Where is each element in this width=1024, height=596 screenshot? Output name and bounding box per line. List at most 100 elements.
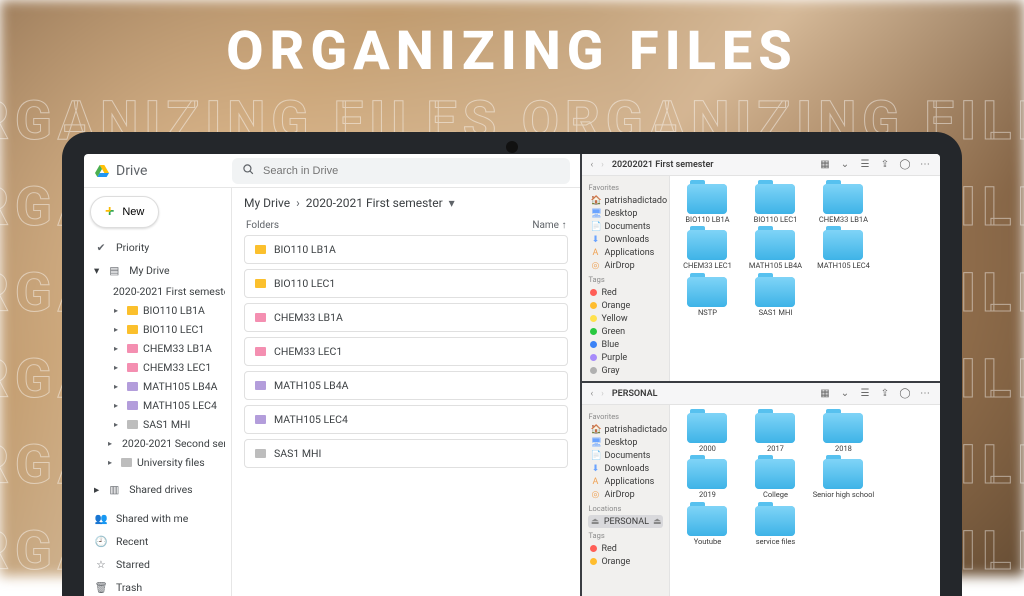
grid-folder[interactable]: Senior high school: [810, 459, 876, 499]
folder-icon: [255, 449, 266, 458]
grid-folder[interactable]: CHEM33 LB1A: [810, 184, 876, 224]
tree-item[interactable]: ▸ University files: [94, 453, 225, 472]
grid-folder[interactable]: CHEM33 LEC1: [674, 230, 740, 270]
sidebar-favorite[interactable]: 🏠 patrishadictado: [588, 194, 663, 207]
col-name[interactable]: Name ↑: [532, 220, 566, 231]
grid-folder[interactable]: BIO110 LB1A: [674, 184, 740, 224]
grid-folder[interactable]: SAS1 MHI: [742, 277, 808, 317]
view-grid-icon[interactable]: ▦: [818, 158, 832, 172]
sidebar-item-label: Gray: [601, 366, 619, 376]
nav-back-icon[interactable]: ‹: [590, 389, 593, 399]
chevron-down-icon[interactable]: ⌄: [838, 158, 852, 172]
folder-list: BIO110 LB1A BIO110 LEC1 CHEM33 LB1A CHEM…: [244, 235, 568, 468]
sidebar-favorite[interactable]: 🏠 patrishadictado: [588, 423, 663, 436]
tag-icon[interactable]: ◯: [898, 387, 912, 401]
grid-folder[interactable]: College: [742, 459, 808, 499]
sidebar-tag[interactable]: Orange: [588, 555, 663, 568]
folder-row[interactable]: BIO110 LEC1: [244, 269, 568, 298]
grid-folder[interactable]: 2018: [810, 413, 876, 453]
folder-icon: [255, 245, 266, 254]
sidebar-favorite[interactable]: ◎ AirDrop: [588, 259, 663, 272]
sidebar-tag[interactable]: Blue: [588, 338, 663, 351]
grid-folder[interactable]: 2019: [674, 459, 740, 499]
sidebar-favorite[interactable]: 📄 Documents: [588, 449, 663, 462]
nav-back-icon[interactable]: ‹: [590, 160, 593, 170]
new-button-label: New: [122, 206, 144, 218]
sidebar-tag[interactable]: Red: [588, 542, 663, 555]
tree-item[interactable]: ▸ 2020-2021 Second seme...: [94, 434, 225, 453]
action-icon[interactable]: ⋯: [918, 158, 932, 172]
sidebar-favorite[interactable]: ◎ AirDrop: [588, 488, 663, 501]
grid-folder[interactable]: BIO110 LEC1: [742, 184, 808, 224]
tree-label: SAS1 MHI: [143, 418, 190, 431]
tag-icon[interactable]: ◯: [898, 158, 912, 172]
sidebar-tag[interactable]: Green: [588, 325, 663, 338]
sidebar-tag[interactable]: Yellow: [588, 312, 663, 325]
sidebar-item-trash[interactable]: 🗑 Trash: [90, 576, 225, 596]
nav-fwd-icon[interactable]: ›: [601, 160, 604, 170]
folder-icon: [127, 382, 138, 391]
tag-dot-icon: [590, 367, 597, 374]
eject-icon[interactable]: ⏏: [653, 517, 662, 527]
sidebar-tag[interactable]: Red: [588, 286, 663, 299]
folder-row[interactable]: SAS1 MHI: [244, 439, 568, 468]
tree-item[interactable]: ▸ MATH105 LB4A: [94, 377, 225, 396]
grid-folder[interactable]: Youtube: [674, 506, 740, 546]
chevron-down-icon[interactable]: ▾: [449, 196, 455, 210]
sidebar-item-shared-with-me[interactable]: 👥 Shared with me: [90, 507, 225, 530]
share-icon[interactable]: ⇪: [878, 387, 892, 401]
sidebar-favorite[interactable]: A Applications: [588, 246, 663, 259]
grid-folder[interactable]: MATH105 LEC4: [810, 230, 876, 270]
grid-folder[interactable]: 2000: [674, 413, 740, 453]
sidebar-item-recent[interactable]: 🕘 Recent: [90, 530, 225, 553]
sidebar-favorite[interactable]: ⬇ Downloads: [588, 233, 663, 246]
tree-label: 2020-2021 Second seme...: [122, 437, 225, 450]
sidebar-item-starred[interactable]: ☆ Starred: [90, 553, 225, 576]
sidebar-favorite[interactable]: 🖥 Desktop: [588, 207, 663, 220]
group-icon[interactable]: ☰: [858, 387, 872, 401]
finder-title: PERSONAL: [612, 389, 658, 399]
chevron-down-icon[interactable]: ⌄: [838, 387, 852, 401]
sidebar-favorite[interactable]: 📄 Documents: [588, 220, 663, 233]
sidebar-item-shared-drives[interactable]: ▸ ▥ Shared drives: [90, 478, 225, 501]
tree-semester[interactable]: 2020-2021 First semester: [94, 282, 225, 301]
share-icon[interactable]: ⇪: [878, 158, 892, 172]
folder-row[interactable]: CHEM33 LB1A: [244, 303, 568, 332]
new-button[interactable]: + New: [90, 196, 159, 228]
sidebar-favorite[interactable]: A Applications: [588, 475, 663, 488]
sidebar-tag[interactable]: Orange: [588, 299, 663, 312]
sidebar-location-personal[interactable]: ⏏ PERSONAL ⏏: [588, 515, 663, 528]
grid-folder[interactable]: 2017: [742, 413, 808, 453]
tag-dot-icon: [590, 289, 597, 296]
tree-item[interactable]: ▸ CHEM33 LEC1: [94, 358, 225, 377]
sidebar-tag[interactable]: Purple: [588, 351, 663, 364]
tree-item[interactable]: ▸ SAS1 MHI: [94, 415, 225, 434]
folder-row[interactable]: CHEM33 LEC1: [244, 337, 568, 366]
drive-brand: Drive: [116, 163, 147, 179]
sidebar-favorite[interactable]: ⬇ Downloads: [588, 462, 663, 475]
group-icon[interactable]: ☰: [858, 158, 872, 172]
nav-fwd-icon[interactable]: ›: [601, 389, 604, 399]
tree-item[interactable]: ▸ BIO110 LB1A: [94, 301, 225, 320]
sidebar-item-mydrive[interactable]: ▾ ▤ My Drive: [90, 259, 225, 282]
folder-row[interactable]: MATH105 LEC4: [244, 405, 568, 434]
action-icon[interactable]: ⋯: [918, 387, 932, 401]
tree-item[interactable]: ▸ CHEM33 LB1A: [94, 339, 225, 358]
grid-folder[interactable]: NSTP: [674, 277, 740, 317]
tree-item[interactable]: ▸ MATH105 LEC4: [94, 396, 225, 415]
view-grid-icon[interactable]: ▦: [818, 387, 832, 401]
sidebar-favorite[interactable]: 🖥 Desktop: [588, 436, 663, 449]
caret-right-icon: ▸: [108, 458, 116, 467]
sidebar-tag[interactable]: Gray: [588, 364, 663, 377]
drive-logo-cell[interactable]: Drive: [84, 163, 232, 179]
tree-item[interactable]: ▸ BIO110 LEC1: [94, 320, 225, 339]
sidebar-item-priority[interactable]: ✔ Priority: [90, 236, 225, 259]
folder-row[interactable]: MATH105 LB4A: [244, 371, 568, 400]
folder-row[interactable]: BIO110 LB1A: [244, 235, 568, 264]
breadcrumb-current[interactable]: 2020-2021 First semester: [306, 196, 443, 210]
breadcrumb-root[interactable]: My Drive: [244, 196, 290, 210]
grid-folder[interactable]: service files: [742, 506, 808, 546]
search-input[interactable]: [263, 165, 560, 177]
search-box[interactable]: [232, 158, 570, 184]
grid-folder[interactable]: MATH105 LB4A: [742, 230, 808, 270]
